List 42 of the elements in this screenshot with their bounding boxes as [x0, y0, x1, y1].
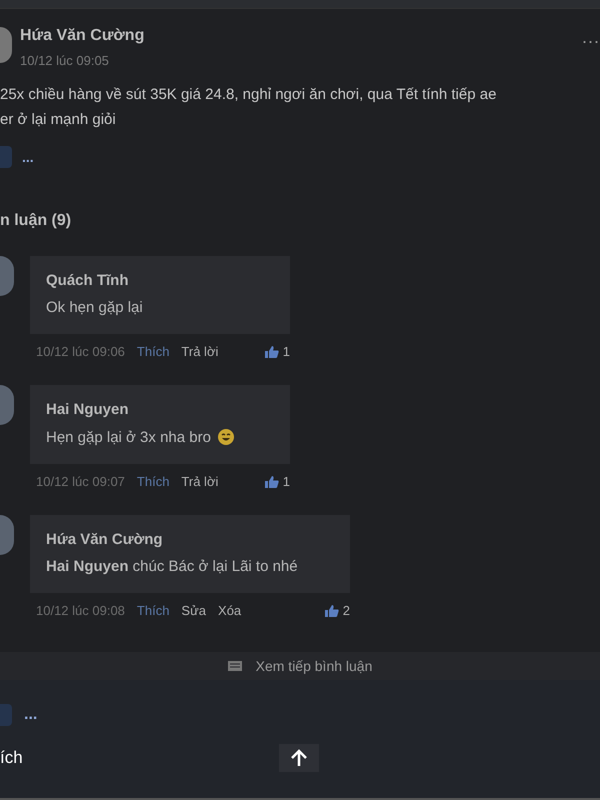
- author-name[interactable]: Hứa Văn Cường: [20, 27, 144, 45]
- smiley-icon: [216, 428, 235, 446]
- like-label: ích: [0, 748, 23, 768]
- avatar: [0, 27, 12, 63]
- comment-time: 10/12 lúc 09:07: [36, 474, 125, 489]
- scroll-to-top-button[interactable]: [278, 744, 319, 772]
- more-button[interactable]: ...: [22, 149, 34, 165]
- comments-heading: n luận (9): [0, 212, 72, 230]
- action-link[interactable]: Trả lời: [181, 344, 218, 359]
- comment-icon: [228, 661, 242, 671]
- avatar: [0, 256, 14, 296]
- like-button[interactable]: [0, 146, 12, 168]
- post-text-line: 25x chiều hàng về sút 35K giá 24.8, nghỉ ngơi ăn chơi, qua Tết tính tiếp ae: [0, 86, 498, 103]
- like-count: 1: [282, 344, 290, 359]
- comment-author[interactable]: Hứa Văn Cường: [46, 531, 334, 548]
- like-link[interactable]: Thích: [136, 603, 170, 618]
- like-button[interactable]: [0, 704, 12, 726]
- like-count: 2: [342, 603, 350, 618]
- thumbs-up-icon: [264, 476, 279, 488]
- comment-time: 10/12 lúc 09:08: [36, 603, 125, 618]
- post-time: 10/12 lúc 09:05: [20, 53, 110, 68]
- avatar: [0, 385, 14, 425]
- avatar: [0, 515, 14, 555]
- thumbs-up-icon: [324, 604, 339, 616]
- action-link[interactable]: Sửa: [181, 603, 206, 618]
- comment-author[interactable]: Quách Tĩnh: [46, 272, 274, 289]
- action-link[interactable]: Trả lời: [181, 474, 218, 489]
- comment-author[interactable]: Hai Nguyen: [46, 401, 274, 418]
- comment-text: Hẹn gặp lại ở 3x nha bro: [46, 428, 211, 446]
- more-button[interactable]: ...: [24, 706, 38, 724]
- comment-text: Hai Nguyen chúc Bác ở lại Lãi to nhé: [46, 558, 298, 575]
- comment-time: 10/12 lúc 09:06: [36, 344, 125, 359]
- more-options[interactable]: ...: [582, 27, 600, 48]
- comment-text: Ok hẹn gặp lại: [46, 299, 143, 316]
- arrow-up-icon: [288, 748, 309, 768]
- post-text-line: er ở lại mạnh giỏi: [0, 111, 117, 128]
- like-link[interactable]: Thích: [136, 344, 170, 359]
- action-link[interactable]: Xóa: [218, 603, 242, 618]
- thumbs-up-icon: [264, 346, 279, 358]
- like-link[interactable]: Thích: [136, 474, 170, 489]
- like-count: 1: [282, 474, 290, 489]
- view-more-comments-link[interactable]: Xem tiếp bình luận: [256, 658, 372, 674]
